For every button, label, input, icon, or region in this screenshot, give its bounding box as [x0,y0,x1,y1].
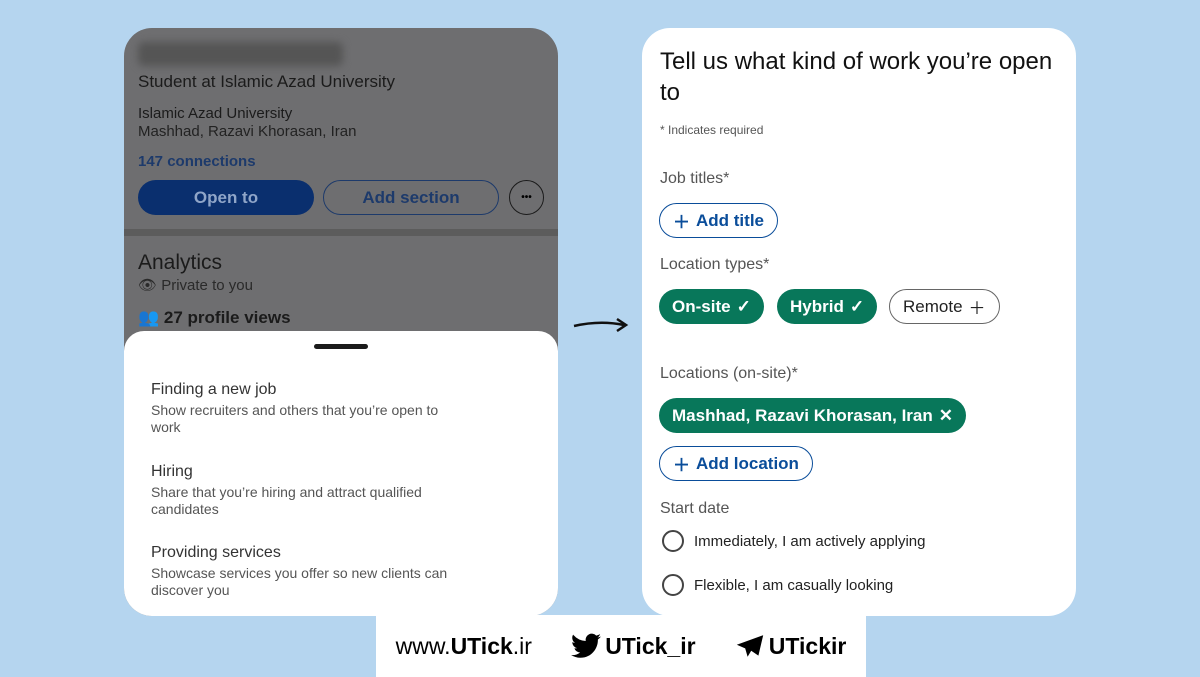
form-title: Tell us what kind of work you’re open to [660,48,1053,106]
add-title-button[interactable]: ＋ Add title [659,203,778,238]
option-hiring[interactable]: Hiring Share that you’re hiring and attra… [151,463,461,518]
open-to-button[interactable]: Open to [138,180,314,215]
check-icon: ✓ [736,296,751,316]
add-location-button[interactable]: ＋ Add location [659,446,813,481]
analytics-title: Analytics [138,251,223,274]
start-date-label: Start date [660,500,730,517]
option-providing-services[interactable]: Providing services Showcase services you … [151,544,461,599]
required-note: * Indicates required [660,123,764,137]
open-to-sheet: Finding a new job Show recruiters and oth… [124,331,558,616]
option-finding-job[interactable]: Finding a new job Show recruiters and oth… [151,381,461,436]
location-chip[interactable]: Mashhad, Razavi Khorasan, Iran ✕ [659,398,966,433]
more-button[interactable]: ••• [509,180,544,215]
profile-name-blurred [138,42,343,66]
school: Islamic Azad University [138,105,293,122]
close-icon[interactable]: ✕ [939,406,953,426]
eye-icon: 👁 [138,277,158,294]
plus-icon: ＋ [968,299,986,318]
radio-circle[interactable] [662,530,684,552]
add-section-button[interactable]: Add section [323,180,499,215]
website-link[interactable]: www. UTick .ir [396,633,532,660]
location-types-label: Location types* [660,256,770,273]
job-titles-label: Job titles* [660,170,730,187]
drag-handle[interactable] [314,344,368,349]
footer-banner: www. UTick .ir UTick_ir UTickir [376,615,866,677]
profile-screen: Student at Islamic Azad University Islam… [124,28,558,616]
location: Mashhad, Razavi Khorasan, Iran [138,123,357,140]
divider [124,229,558,236]
chip-remote[interactable]: Remote ＋ [889,289,1000,324]
radio-circle[interactable] [662,574,684,596]
chip-hybrid[interactable]: Hybrid ✓ [777,289,878,324]
analytics-private: 👁 Private to you [138,277,253,294]
people-icon: 👥 [138,308,160,327]
plus-icon: ＋ [673,456,690,475]
check-icon: ✓ [849,296,865,316]
arrow-icon [573,317,629,333]
twitter-icon [571,633,602,658]
twitter-handle[interactable]: UTick_ir [571,633,696,660]
headline: Student at Islamic Azad University [138,72,396,91]
profile-views[interactable]: 👥 27 profile views [138,308,291,328]
plus-icon: ＋ [673,213,690,232]
connections-link[interactable]: 147 connections [138,153,256,170]
radio-immediately[interactable]: Immediately, I am actively applying [662,530,925,552]
locations-label: Locations (on-site)* [660,365,798,382]
open-to-work-form: Tell us what kind of work you’re open to… [642,28,1076,616]
telegram-handle[interactable]: UTickir [735,633,846,660]
chip-on-site[interactable]: On-site ✓ [659,289,764,324]
telegram-icon [736,635,763,657]
radio-flexible[interactable]: Flexible, I am casually looking [662,574,893,596]
